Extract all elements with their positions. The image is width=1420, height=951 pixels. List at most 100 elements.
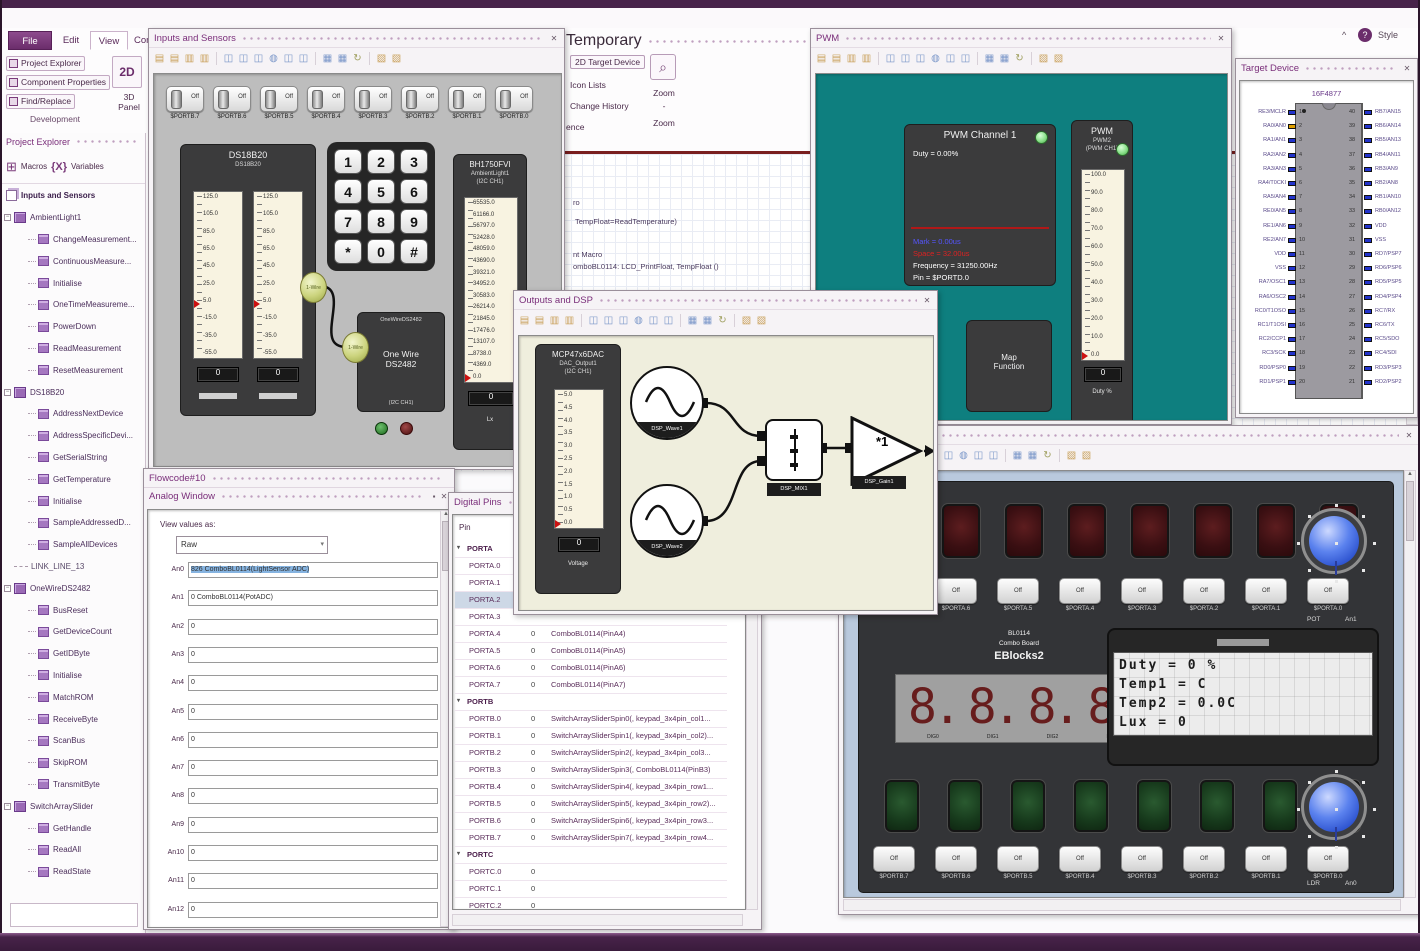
pin-stub[interactable] (1288, 223, 1296, 229)
chart2-icon[interactable]: ▦ (1026, 449, 1039, 462)
temporary-window-titlebar[interactable]: Temporary (566, 32, 834, 49)
keypad-key-2[interactable]: 2 (367, 149, 395, 174)
save-icon[interactable]: ▥ (548, 314, 561, 327)
dsp-wave1-block[interactable]: DSP_Wave1 (630, 366, 704, 440)
slider-marker[interactable] (465, 374, 471, 382)
analog-value-input[interactable]: 0 (188, 845, 438, 861)
chart2-icon[interactable]: ▦ (336, 52, 349, 65)
tab-edit[interactable]: Edit (56, 31, 86, 50)
save2-icon[interactable]: ▥ (198, 52, 211, 65)
pin-row[interactable]: PORTA.6 0 ComboBL0114(PinA6) (455, 660, 727, 677)
pin-stub[interactable] (1288, 337, 1296, 343)
tree-item[interactable]: − AmbientLight1 (2, 207, 145, 229)
analog-value-input[interactable]: 826 ComboBL0114(LightSensor ADC) (188, 562, 438, 578)
tree-item[interactable]: AddressNextDevice (2, 403, 145, 425)
tree-item[interactable]: − DS18B20 (2, 381, 145, 403)
tree-item[interactable]: SampleAllDevices (2, 534, 145, 556)
tree-item[interactable]: Initialise (2, 665, 145, 687)
tree-item[interactable]: SampleAddressedD... (2, 512, 145, 534)
tree-item[interactable]: OneTimeMeasureme... (2, 294, 145, 316)
digital-hscrollbar[interactable] (452, 914, 743, 926)
analog-value-input[interactable]: 0 (188, 901, 438, 918)
slider-marker[interactable] (254, 300, 260, 308)
pin-stub[interactable] (1288, 237, 1296, 243)
onewire-connector[interactable]: 1-Wire (300, 272, 327, 303)
toggle-switch[interactable]: Off (448, 86, 486, 112)
toggle-switch[interactable]: Off (1245, 578, 1287, 604)
tree-item[interactable]: − SwitchArraySlider (2, 795, 145, 817)
slider-marker[interactable] (1082, 352, 1088, 360)
toggle-switch[interactable]: Off (495, 86, 533, 112)
tree-item[interactable]: − OneWireDS2482 (2, 577, 145, 599)
bh1750-slider[interactable]: 65535.0 61166.0 56797.0 52428.0 48059.0 43690… (464, 197, 518, 383)
tree-item[interactable]: BusReset (2, 599, 145, 621)
analog-value-input[interactable]: 0 ComboBL0114(PotADC) (188, 590, 438, 607)
close-icon[interactable]: ✕ (549, 34, 559, 43)
pin-row[interactable]: PORTA.4 0 ComboBL0114(PinA4) (455, 626, 727, 643)
pin-stub[interactable] (1364, 266, 1372, 272)
pin-icon[interactable]: ◫ (587, 314, 600, 327)
map-function-block[interactable]: Map Function (966, 320, 1052, 412)
pin-stub[interactable] (1288, 152, 1296, 158)
pin-row[interactable]: PORTB.0 0 SwitchArraySliderSpin0(, keypad_… (455, 711, 727, 728)
tree-item[interactable]: GetHandle (2, 817, 145, 839)
pin-stub[interactable] (1288, 209, 1296, 215)
pin4-icon[interactable]: ◫ (647, 314, 660, 327)
toggle-switch[interactable]: Off (401, 86, 439, 112)
pin2-icon[interactable]: ◫ (237, 52, 250, 65)
help-icon[interactable]: ? (1358, 28, 1372, 42)
tree-item[interactable]: SkipROM (2, 752, 145, 774)
toggle-switch[interactable]: Off (1307, 846, 1349, 872)
pin-stub[interactable] (1288, 308, 1296, 314)
pin-stub[interactable] (1288, 124, 1296, 130)
pin-icon[interactable]: ◫ (884, 52, 897, 65)
pin5-icon[interactable]: ◫ (662, 314, 675, 327)
tree-item[interactable]: TransmitByte (2, 774, 145, 796)
flowcode10-titlebar[interactable]: Flowcode#10 (144, 469, 454, 487)
tree-item[interactable]: LINK_LINE_13 (2, 556, 145, 578)
pin-stub[interactable] (1364, 124, 1372, 130)
dsp-wave2-block[interactable]: DSP_Wave2 (630, 484, 704, 558)
toggle-switch[interactable]: Off (1183, 578, 1225, 604)
pin-row[interactable]: PORTB.1 0 SwitchArraySliderSpin1(, keypad_… (455, 728, 727, 745)
keypad-key-*[interactable]: * (334, 239, 362, 264)
tree-item[interactable]: Initialise (2, 272, 145, 294)
pin-stub[interactable] (1364, 138, 1372, 144)
rotate-icon[interactable]: ↻ (1013, 52, 1026, 65)
pin-stub[interactable] (1364, 365, 1372, 371)
keypad-key-7[interactable]: 7 (334, 209, 362, 234)
pin3-icon[interactable]: ◫ (942, 449, 955, 462)
toggle-switch[interactable]: Off (1121, 578, 1163, 604)
tree-item[interactable]: ReadMeasurement (2, 338, 145, 360)
pin4-icon[interactable]: ◫ (972, 449, 985, 462)
keypad-key-#[interactable]: # (400, 239, 428, 264)
target-device-titlebar[interactable]: Target Device ✕ (1236, 59, 1417, 77)
chart-icon[interactable]: ▦ (983, 52, 996, 65)
onewire-connector[interactable]: 1-Wire (342, 332, 369, 363)
port-group-row[interactable]: ▾ PORTB (455, 694, 727, 711)
pin-stub[interactable] (1364, 294, 1372, 300)
analog-value-input[interactable]: 0 (188, 646, 438, 663)
chevron-down-icon[interactable]: ▾ (457, 544, 460, 551)
tree-item[interactable]: ChangeMeasurement... (2, 229, 145, 251)
chevron-down-icon[interactable]: ▾ (457, 697, 460, 704)
pin-row[interactable]: PORTC.2 0 (455, 898, 727, 909)
pin-stub[interactable] (1364, 280, 1372, 286)
onewire-block[interactable]: OneWireDS2482 One Wire DS2482 (I2C CH1) (357, 312, 445, 412)
pin-stub[interactable] (1364, 166, 1372, 172)
tab-file[interactable]: File (8, 31, 52, 50)
keypad-key-0[interactable]: 0 (367, 239, 395, 264)
pin-stub[interactable] (1288, 280, 1296, 286)
tree-item[interactable]: MatchROM (2, 686, 145, 708)
keypad-key-4[interactable]: 4 (334, 179, 362, 204)
tree-item[interactable]: GetDeviceCount (2, 621, 145, 643)
pin-stub[interactable] (1288, 351, 1296, 357)
inputs-canvas[interactable]: Off $PORTB.7 Off $PORTB.6 Off $PORTB.5 Off $POR… (153, 73, 562, 467)
3d-panel-button[interactable]: 3D Panel (112, 92, 146, 112)
pin-stub[interactable] (1364, 223, 1372, 229)
globe-icon[interactable]: ◍ (957, 449, 970, 462)
keypad-key-6[interactable]: 6 (400, 179, 428, 204)
pin-row[interactable]: PORTA.7 0 ComboBL0114(PinA7) (455, 677, 727, 694)
tree-item[interactable]: GetIDByte (2, 643, 145, 665)
toggle-switch[interactable]: Off (1059, 578, 1101, 604)
